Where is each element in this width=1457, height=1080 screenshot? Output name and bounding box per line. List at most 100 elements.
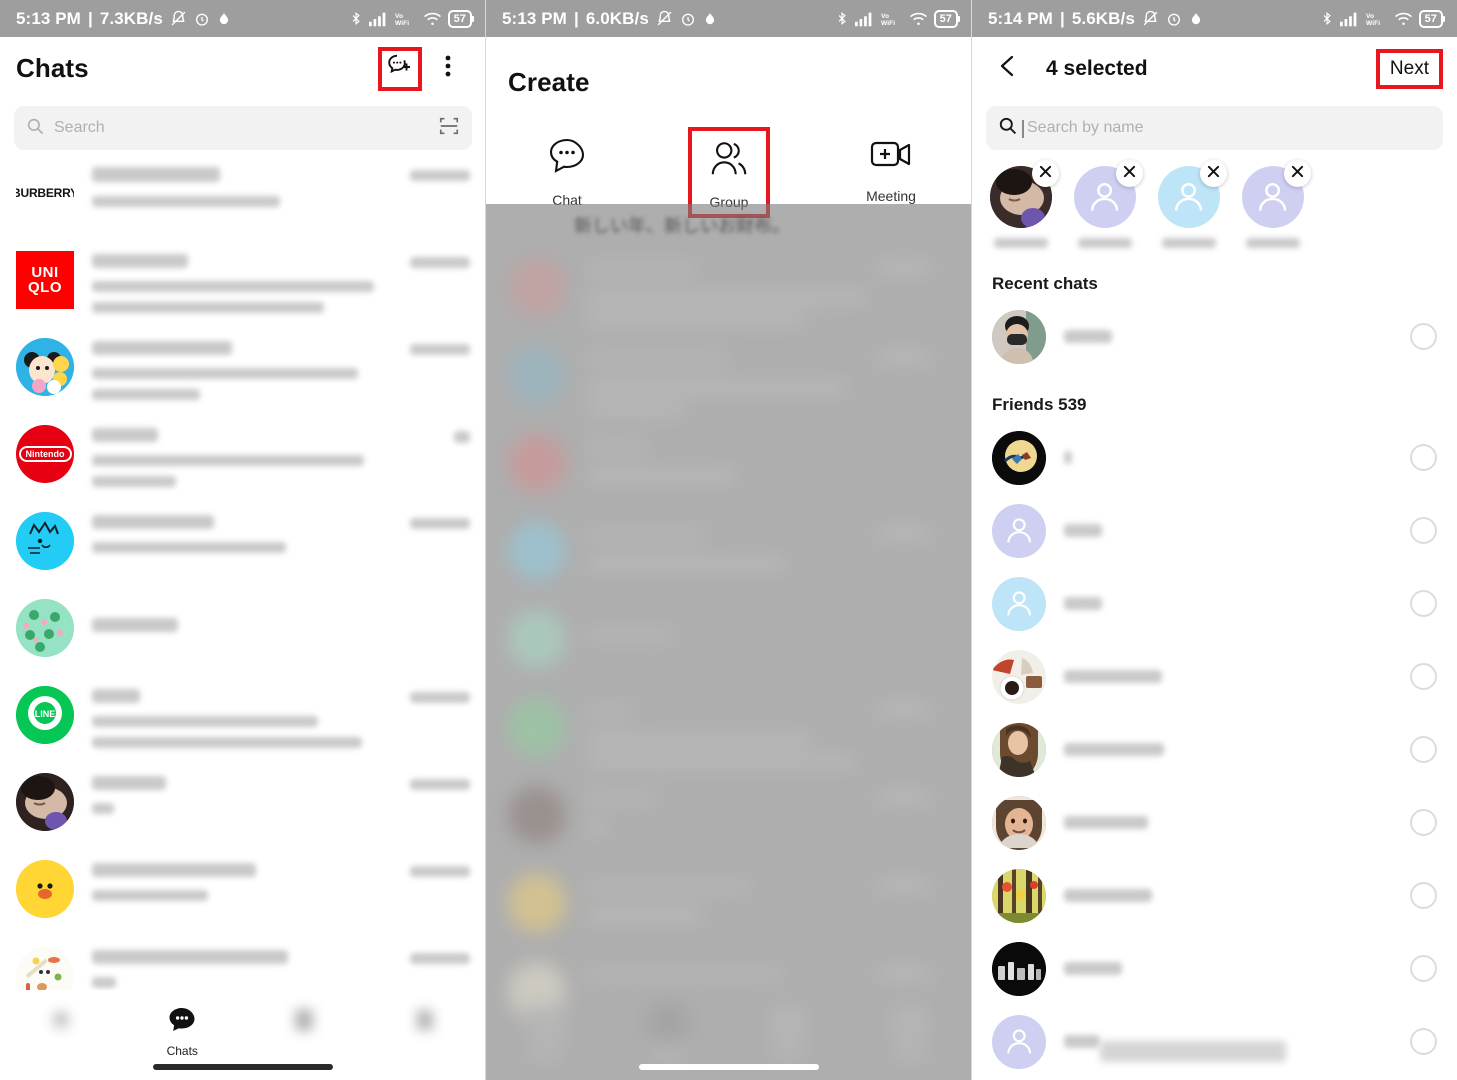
new-chat-button[interactable] <box>378 46 422 91</box>
person-select-radio[interactable] <box>1410 444 1437 471</box>
remove-member-button[interactable] <box>1200 160 1227 187</box>
person-name <box>1064 1035 1100 1048</box>
chat-preview <box>74 251 410 313</box>
create-header: Create <box>486 37 972 127</box>
person-list-item[interactable] <box>972 786 1457 859</box>
person-list-item[interactable] <box>972 932 1457 1005</box>
person-select-radio[interactable] <box>1410 517 1437 544</box>
person-select-radio[interactable] <box>1410 955 1437 982</box>
girl-brown-hair-photo-avatar <box>992 722 1046 777</box>
person-select-radio[interactable] <box>1410 323 1437 350</box>
screenshot-root: 5:13 PM | 7.3KB/s Vo WiFi 57 Chats Searc… <box>0 0 1457 1080</box>
status-time: 5:14 PM <box>988 8 1053 28</box>
svg-text:LINE: LINE <box>35 709 56 719</box>
selection-count-title: 4 selected <box>1046 56 1148 80</box>
section-title-friends: Friends 539 <box>992 395 1087 414</box>
alarm-clock-icon <box>194 11 210 27</box>
person-list-item[interactable] <box>972 300 1457 373</box>
mute-bell-icon <box>170 10 187 27</box>
signal-bars-icon <box>1339 11 1360 27</box>
remove-member-button[interactable] <box>1116 160 1143 187</box>
chat-preview <box>74 773 410 814</box>
person-select-radio[interactable] <box>1410 663 1437 690</box>
avatar-label: Nintendo <box>18 446 72 462</box>
search-bar[interactable]: Search <box>14 106 472 150</box>
frog-pattern-avatar <box>16 599 74 657</box>
person-list-item[interactable] <box>972 567 1457 640</box>
person-name <box>1064 889 1152 902</box>
yellow-duck-avatar <box>16 860 74 918</box>
selected-member-chip[interactable] <box>990 160 1059 248</box>
person-select-radio[interactable] <box>1410 736 1437 763</box>
person-list-item[interactable] <box>972 640 1457 713</box>
person-list-item[interactable] <box>972 859 1457 932</box>
search-by-name-bar[interactable]: Search by name <box>986 106 1443 150</box>
dim-overlay[interactable]: 新しい年、新しいお財布。 <box>486 204 972 1080</box>
more-vertical-icon <box>445 54 451 83</box>
search-input[interactable]: Search <box>54 119 105 137</box>
status-network-speed: 5.6KB/s <box>1071 8 1135 28</box>
selected-member-chip[interactable] <box>1074 160 1143 248</box>
person-select-radio[interactable] <box>1410 590 1437 617</box>
nav-item-home[interactable] <box>0 1002 122 1044</box>
chat-list-item[interactable]: BURBERRY <box>0 150 486 237</box>
person-select-radio[interactable] <box>1410 1028 1437 1055</box>
status-time: 5:13 PM <box>16 8 81 28</box>
chat-timestamp <box>410 866 470 877</box>
remove-member-button[interactable] <box>1032 160 1059 187</box>
uniqlo-logo-avatar: UNI QLO <box>16 251 74 309</box>
person-name <box>1064 816 1148 829</box>
line-logo-avatar: LINE <box>16 686 74 744</box>
status-network-speed: 6.0KB/s <box>585 8 649 28</box>
chat-list-item[interactable]: Nintendo <box>0 411 486 498</box>
overflow-menu-button[interactable] <box>426 47 470 91</box>
chat-preview <box>74 425 454 487</box>
battery-indicator: 57 <box>447 9 475 28</box>
blue-cat-avatar <box>16 512 74 570</box>
chat-list-item[interactable] <box>0 585 486 672</box>
chat-timestamp <box>410 692 470 703</box>
chat-list-item[interactable]: LINE <box>0 672 486 759</box>
person-list-item[interactable] <box>972 421 1457 494</box>
person-select-radio[interactable] <box>1410 809 1437 836</box>
signal-bars-icon <box>368 11 389 27</box>
panel-divider <box>971 0 972 1080</box>
data-saver-icon <box>217 11 231 27</box>
person-list-item[interactable] <box>972 494 1457 567</box>
back-button[interactable] <box>986 47 1030 91</box>
nav-item-voom[interactable] <box>243 1002 365 1044</box>
chat-list-item[interactable]: UNI QLO <box>0 237 486 324</box>
chats-icon <box>162 1002 202 1038</box>
nav-item-wallet[interactable] <box>365 1002 487 1044</box>
close-icon <box>1123 165 1136 183</box>
svg-text:Vo: Vo <box>1366 13 1374 20</box>
chat-timestamp <box>410 170 470 181</box>
signal-bars-icon <box>854 11 875 27</box>
new-chat-icon <box>386 52 414 85</box>
selected-member-chip[interactable] <box>1158 160 1227 248</box>
mute-bell-icon <box>656 10 673 27</box>
person-select-radio[interactable] <box>1410 882 1437 909</box>
person-list-item[interactable] <box>972 713 1457 786</box>
placeholder-blue-avatar <box>992 576 1046 631</box>
nav-label: Chats <box>166 1044 198 1058</box>
chat-list-item[interactable] <box>0 498 486 585</box>
qr-scan-icon[interactable] <box>438 115 460 142</box>
next-button[interactable]: Next <box>1375 48 1443 89</box>
person-name <box>1064 524 1102 537</box>
nav-item-chats[interactable]: Chats <box>122 1002 244 1058</box>
chat-list-item[interactable] <box>0 846 486 933</box>
home-icon <box>41 1002 81 1038</box>
search-input[interactable]: Search by name <box>1022 119 1144 138</box>
chat-list-item[interactable] <box>0 759 486 846</box>
nintendo-logo-avatar: Nintendo <box>16 425 74 483</box>
remove-member-button[interactable] <box>1284 160 1311 187</box>
create-option-label: Meeting <box>866 188 916 204</box>
tsum-tsum-avatar <box>16 338 74 396</box>
selected-member-chip[interactable] <box>1242 160 1311 248</box>
status-bar: 5:13 PM | 6.0KB/s Vo WiFi 57 <box>486 0 972 37</box>
chat-list-item[interactable] <box>0 324 486 411</box>
doll-photo-avatar <box>16 773 74 831</box>
chat-timestamp <box>410 257 470 268</box>
search-icon <box>26 117 44 140</box>
